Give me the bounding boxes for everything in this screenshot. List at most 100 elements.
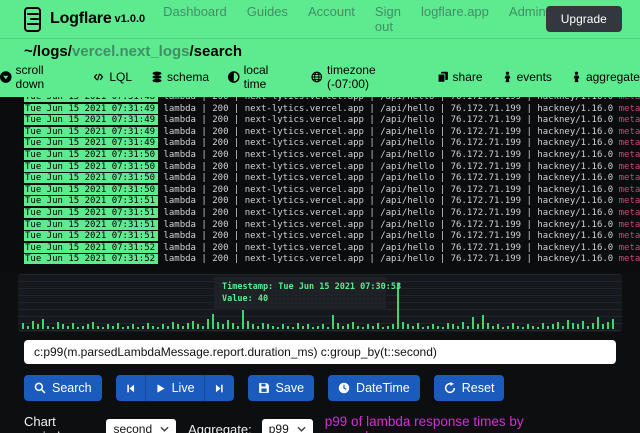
chart-bar[interactable] <box>112 326 114 329</box>
chart-bar[interactable] <box>307 324 309 329</box>
skip-to-end-button[interactable] <box>204 375 234 401</box>
chart-bar[interactable] <box>417 323 419 329</box>
skip-to-start-button[interactable] <box>116 375 145 401</box>
chart-bar[interactable] <box>252 324 254 329</box>
metadata-link[interactable]: metadata <box>619 138 640 148</box>
chart-bar[interactable] <box>167 326 169 329</box>
log-row[interactable]: Tue Jun 15 2021 07:31:48 lambda | 200 | … <box>24 97 640 104</box>
chart-bar[interactable] <box>292 327 294 329</box>
chart-bar[interactable] <box>222 324 224 329</box>
save-button[interactable]: Save <box>248 375 315 401</box>
chart-bar[interactable] <box>467 326 469 329</box>
log-row[interactable]: Tue Jun 15 2021 07:31:49 lambda | 200 | … <box>24 138 640 150</box>
chart-bar[interactable] <box>312 327 314 329</box>
chart-bar[interactable] <box>287 326 289 329</box>
metadata-link[interactable]: metadata <box>619 185 640 195</box>
metadata-link[interactable]: metadata <box>619 220 640 230</box>
schema-control[interactable]: schema <box>151 70 209 84</box>
nav-admin[interactable]: Admin <box>509 4 546 34</box>
chart-bar[interactable] <box>472 317 474 329</box>
chart-bar[interactable] <box>562 326 564 329</box>
nav-account[interactable]: Account <box>308 4 355 34</box>
metadata-link[interactable]: metadata <box>619 104 640 114</box>
chart-bar[interactable] <box>587 326 589 329</box>
chart-bar[interactable] <box>322 324 324 329</box>
chart-bar[interactable] <box>347 324 349 329</box>
chart-bar[interactable] <box>412 326 414 329</box>
chart-bar[interactable] <box>447 323 449 329</box>
chart-bar[interactable] <box>357 326 359 329</box>
chart-bar[interactable] <box>262 323 264 329</box>
chart-bar[interactable] <box>207 319 209 329</box>
chart-bar[interactable] <box>462 322 464 329</box>
chart-bar[interactable] <box>152 326 154 329</box>
chart-bar[interactable] <box>407 324 409 329</box>
chart-bar[interactable] <box>72 323 74 329</box>
chart-bar[interactable] <box>282 324 284 329</box>
chart-bar[interactable] <box>527 324 529 329</box>
chart-period-select[interactable]: second <box>106 419 176 433</box>
chart-bar[interactable] <box>532 326 534 329</box>
chart-bar[interactable] <box>47 326 49 329</box>
log-row[interactable]: Tue Jun 15 2021 07:31:51 lambda | 200 | … <box>24 231 640 243</box>
metadata-link[interactable]: metadata <box>619 150 640 160</box>
chart-bar[interactable] <box>507 326 509 329</box>
nav-dashboard[interactable]: Dashboard <box>163 4 227 34</box>
log-row[interactable]: Tue Jun 15 2021 07:31:49 lambda | 200 | … <box>24 115 640 127</box>
chart-bar[interactable] <box>332 315 334 329</box>
chart-bar[interactable] <box>257 326 259 329</box>
chart-bar[interactable] <box>457 326 459 329</box>
search-query-input[interactable] <box>24 340 616 364</box>
chart-bar[interactable] <box>62 324 64 329</box>
chart-bar[interactable] <box>297 323 299 329</box>
nav-logflare-app[interactable]: logflare.app <box>421 4 489 34</box>
chart-bar[interactable] <box>502 327 504 329</box>
chart-bar[interactable] <box>342 326 344 329</box>
chart-bar[interactable] <box>477 324 479 329</box>
log-row[interactable]: Tue Jun 15 2021 07:31:50 lambda | 200 | … <box>24 173 640 185</box>
chart-bar[interactable] <box>57 322 59 329</box>
chart-bar[interactable] <box>217 322 219 329</box>
log-row[interactable]: Tue Jun 15 2021 07:31:51 lambda | 200 | … <box>24 208 640 220</box>
log-row[interactable]: Tue Jun 15 2021 07:31:50 lambda | 200 | … <box>24 162 640 174</box>
chart-bar[interactable] <box>117 323 119 329</box>
chart-bar[interactable] <box>367 324 369 329</box>
chart-bar[interactable] <box>27 326 29 329</box>
chart-bar[interactable] <box>202 326 204 329</box>
chart-bar[interactable] <box>542 323 544 329</box>
chart-bar[interactable] <box>432 324 434 329</box>
chart-bar[interactable] <box>487 323 489 329</box>
chart-bar[interactable] <box>597 317 599 329</box>
metadata-link[interactable]: metadata <box>619 162 640 172</box>
chart-bar[interactable] <box>612 319 614 329</box>
log-row[interactable]: Tue Jun 15 2021 07:31:51 lambda | 200 | … <box>24 220 640 232</box>
chart-bar[interactable] <box>52 327 54 329</box>
timezone-control[interactable]: timezone (-07:00) <box>311 63 417 91</box>
chart-bar[interactable] <box>132 324 134 329</box>
chart-bar[interactable] <box>102 327 104 329</box>
log-row[interactable]: Tue Jun 15 2021 07:31:52 lambda | 200 | … <box>24 254 640 266</box>
chart-bar[interactable] <box>302 326 304 329</box>
metadata-link[interactable]: metadata <box>619 127 640 137</box>
chart-bar[interactable] <box>387 326 389 329</box>
chart-bar[interactable] <box>237 326 239 329</box>
chart-bar[interactable] <box>577 324 579 329</box>
chart-bar[interactable] <box>32 321 34 329</box>
chart-bar[interactable] <box>572 323 574 329</box>
events-control[interactable]: events <box>502 70 552 84</box>
chart-bar[interactable] <box>182 326 184 329</box>
chart-bar[interactable] <box>97 326 99 329</box>
chart-bar[interactable] <box>142 326 144 329</box>
chart-bar[interactable] <box>372 326 374 329</box>
chart-bar[interactable] <box>437 326 439 329</box>
chart-bar[interactable] <box>82 326 84 329</box>
chart-bar[interactable] <box>452 324 454 329</box>
live-button[interactable]: Live <box>145 375 204 401</box>
chart-bar[interactable] <box>402 322 404 329</box>
chart-bar[interactable] <box>512 323 514 329</box>
chart-bar[interactable] <box>37 324 39 329</box>
chart-bar[interactable] <box>267 324 269 329</box>
aggregate-control[interactable]: aggregate <box>571 70 640 84</box>
chart-bar[interactable] <box>242 308 244 329</box>
metadata-link[interactable]: metadata <box>619 208 640 218</box>
